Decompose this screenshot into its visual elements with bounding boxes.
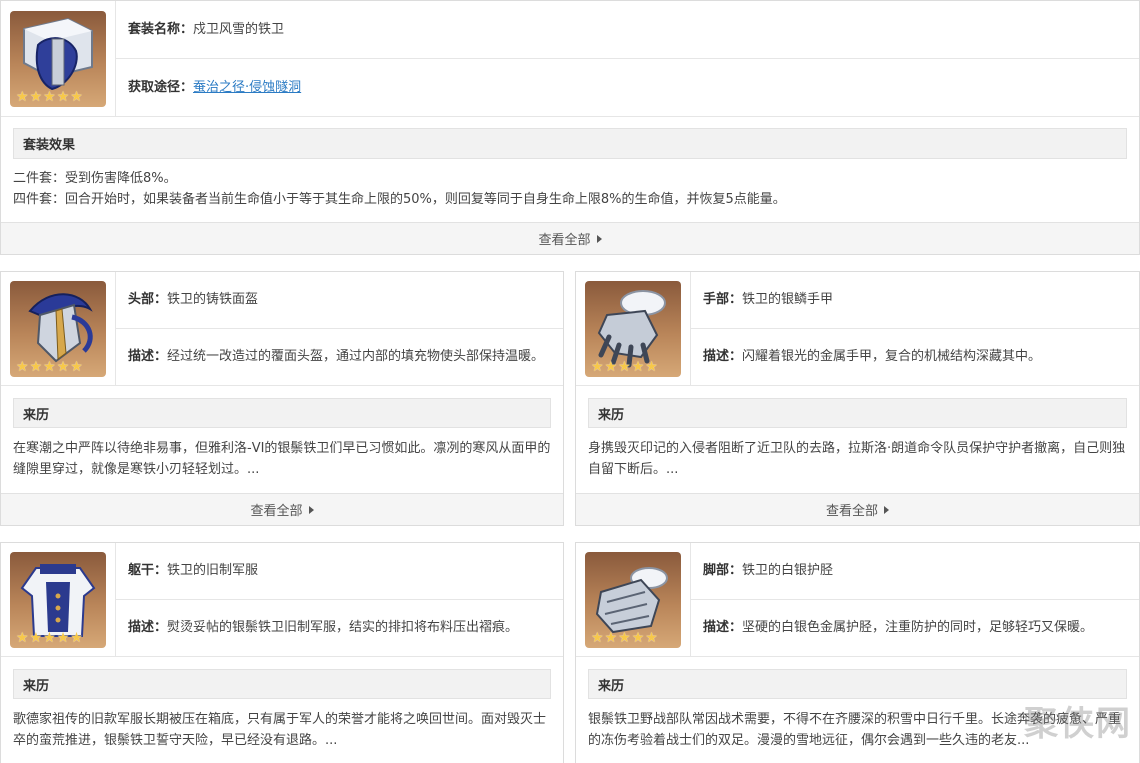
slot-label: 手部：	[703, 292, 743, 307]
set-effect-2pc: 二件套：受到伤害降低8%。	[13, 171, 177, 186]
piece-card-hands: ★ ★ ★ ★ ★ 手部： 铁卫的银鳞手甲 描述：闪耀着银光的金属手甲，复合的机械结构深…	[575, 271, 1140, 526]
set-source-label: 获取途径：	[128, 79, 194, 95]
piece-card-head: ★ ★ ★ ★ ★ 头部： 铁卫的铸铁面盔 描述：经过统一改造过的覆面头盔，通过内部的填…	[0, 271, 564, 526]
piece-name: 铁卫的铸铁面盔	[167, 292, 259, 307]
piece-desc: 闪耀着银光的金属手甲，复合的机械结构深藏其中。	[742, 349, 1042, 364]
helmet-icon: ★ ★ ★ ★ ★	[10, 280, 106, 377]
desc-label: 描述：	[128, 620, 168, 635]
piece-name-row: 手部： 铁卫的银鳞手甲	[691, 272, 1139, 328]
view-all-button[interactable]: 查看全部	[576, 493, 1139, 525]
view-all-button[interactable]: 查看全部	[1, 493, 563, 525]
lore-title: 来历	[13, 669, 551, 699]
desc-label: 描述：	[703, 349, 743, 364]
view-all-label: 查看全部	[538, 233, 591, 248]
lore-title: 来历	[588, 398, 1127, 428]
site-watermark: 聚侠网	[1024, 704, 1132, 744]
slot-label: 躯干：	[128, 563, 168, 578]
set-effect-title: 套装效果	[13, 128, 1127, 159]
view-all-label: 查看全部	[825, 504, 878, 519]
greaves-icon: ★ ★ ★ ★ ★	[585, 551, 681, 648]
rarity-stars: ★ ★ ★ ★ ★	[16, 88, 83, 105]
piece-card-body: ★ ★ ★ ★ ★ 躯干： 铁卫的旧制军服 描述：熨烫妥帖的银鬃铁卫旧制军服，结实的排扣…	[0, 542, 564, 763]
desc-label: 描述：	[703, 620, 743, 635]
lore-text: 在寒潮之中严阵以待绝非易事，但雅利洛-VI的银鬃铁卫们早已习惯如此。凛冽的寒风从…	[13, 441, 551, 477]
set-name: 戍卫风雪的铁卫	[193, 21, 285, 37]
gauntlet-icon: ★ ★ ★ ★ ★	[585, 280, 681, 377]
slot-label: 脚部：	[703, 563, 743, 578]
piece-name: 铁卫的旧制军服	[167, 563, 259, 578]
piece-name: 铁卫的银鳞手甲	[742, 292, 834, 307]
piece-name-row: 躯干： 铁卫的旧制军服	[116, 543, 563, 599]
piece-desc: 熨烫妥帖的银鬃铁卫旧制军服，结实的排扣将布料压出褶痕。	[167, 620, 519, 635]
slot-label: 头部：	[128, 292, 168, 307]
set-card: ★ ★ ★ ★ ★ 套装名称： 戍卫风雪的铁卫 获取途径： 蚕治之径·侵蚀隧洞 套装效果…	[0, 0, 1140, 255]
lore-title: 来历	[588, 669, 1127, 699]
desc-label: 描述：	[128, 349, 168, 364]
piece-name-row: 头部： 铁卫的铸铁面盔	[116, 272, 563, 328]
piece-desc: 坚硬的白银色金属护胫，注重防护的同时，足够轻巧又保暖。	[742, 620, 1094, 635]
piece-desc: 经过统一改造过的覆面头盔，通过内部的填充物使头部保持温暖。	[167, 349, 545, 364]
lore-text: 身携毁灭印记的入侵者阻断了近卫队的去路，拉斯洛·朗道命令队员保护守护者撤离，自己…	[588, 441, 1126, 477]
uniform-icon: ★ ★ ★ ★ ★	[10, 551, 106, 648]
lore-title: 来历	[13, 398, 551, 428]
piece-desc-row: 描述：经过统一改造过的覆面头盔，通过内部的填充物使头部保持温暖。	[116, 328, 563, 385]
set-name-label: 套装名称：	[128, 21, 194, 37]
set-effect-4pc: 四件套：回合开始时，如果装备者当前生命值小于等于其生命上限的50%，则回复等同于…	[13, 192, 786, 207]
lore-text: 歌德家祖传的旧款军服长期被压在箱底，只有属于军人的荣誉才能将之唤回世间。面对毁灭…	[13, 712, 547, 748]
caret-right-icon	[884, 505, 889, 514]
piece-desc-row: 描述：坚硬的白银色金属护胫，注重防护的同时，足够轻巧又保暖。	[691, 599, 1139, 656]
view-all-label: 查看全部	[250, 504, 303, 519]
set-name-row: 套装名称： 戍卫风雪的铁卫	[116, 1, 1139, 58]
set-source-row: 获取途径： 蚕治之径·侵蚀隧洞	[116, 58, 1139, 116]
piece-desc-row: 描述：熨烫妥帖的银鬃铁卫旧制军服，结实的排扣将布料压出褶痕。	[116, 599, 563, 656]
caret-right-icon	[308, 505, 314, 514]
piece-name: 铁卫的白银护胫	[742, 563, 834, 578]
set-source-link[interactable]: 蚕治之径·侵蚀隧洞	[193, 78, 301, 98]
set-view-all-button[interactable]: 查看全部	[1, 222, 1139, 254]
caret-right-icon	[596, 234, 602, 243]
set-relic-image: ★ ★ ★ ★ ★	[10, 10, 106, 107]
piece-desc-row: 描述：闪耀着银光的金属手甲，复合的机械结构深藏其中。	[691, 328, 1139, 385]
piece-name-row: 脚部： 铁卫的白银护胫	[691, 543, 1139, 599]
